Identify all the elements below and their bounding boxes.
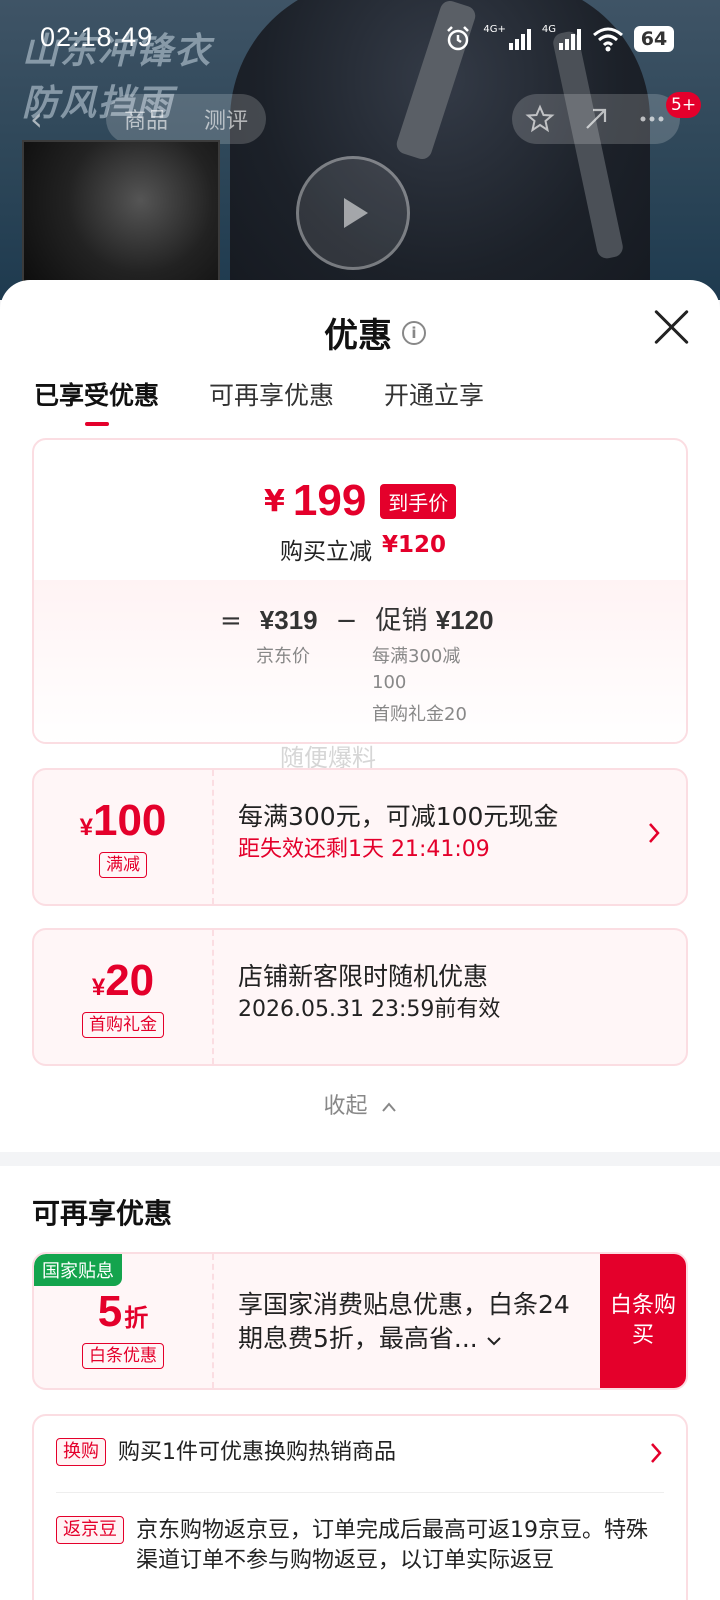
- jd-price-label: 京东价: [256, 646, 310, 667]
- promo-label-text: 促销: [375, 606, 428, 636]
- star-icon[interactable]: [525, 104, 555, 134]
- coupon-amount: 5 折: [98, 1287, 148, 1337]
- tab-review[interactable]: 测评: [204, 103, 248, 135]
- coupon-card-full-reduction[interactable]: ¥ 100 满减 每满300元，可减100元现金 距失效还剩1天 21:41:0…: [32, 768, 688, 906]
- play-button[interactable]: [296, 156, 410, 270]
- benefit-row-jingdou: 返京豆 京东购物返京豆，订单完成后最高可返19京豆。特殊渠道订单不参与购物返豆，…: [56, 1516, 664, 1576]
- top-actions: [512, 94, 680, 144]
- coupon-type-tag: 白条优惠: [82, 1343, 164, 1369]
- status-icons: 4G+ 4G 64: [443, 24, 674, 54]
- coupon-amount-unit: 折: [124, 1305, 149, 1332]
- coupon-type-tag: 首购礼金: [82, 1012, 164, 1038]
- coupon-info: 店铺新客限时随机优惠 2026.05.31 23:59前有效: [238, 960, 646, 1026]
- price-summary-top: ¥ 199 到手价 购买立减 ¥120: [34, 440, 686, 595]
- final-price-tag: 到手价: [380, 483, 457, 519]
- coupon-card-first-purchase[interactable]: ¥ 20 首购礼金 店铺新客限时随机优惠 2026.05.31 23:59前有效: [32, 928, 688, 1066]
- info-icon[interactable]: i: [402, 320, 426, 345]
- wifi-icon: [593, 27, 623, 52]
- coupon-value-block: ¥ 20 首购礼金: [34, 930, 214, 1064]
- share-icon[interactable]: [581, 104, 611, 134]
- gov-subsidy-badge: 国家贴息: [34, 1254, 122, 1286]
- chevron-up-icon: [381, 1102, 396, 1112]
- promo-detail-item: 每满300减100: [372, 646, 461, 693]
- discount-tabs: 已享受优惠 可再享优惠 开通立享: [34, 376, 484, 426]
- final-price: ¥ 199 到手价: [264, 476, 457, 526]
- coupon-amount-value: 100: [92, 796, 167, 845]
- page-tabs: 商品 测评: [106, 94, 266, 144]
- coupon-amount-value: 5: [97, 1287, 123, 1336]
- coupon-value-block: ¥ 100 满减: [34, 770, 214, 904]
- network-type-label: 4G: [541, 24, 556, 35]
- sheet-title-group: 优惠 i: [324, 308, 426, 357]
- video-thumbnail[interactable]: [22, 140, 220, 290]
- battery-indicator: 64: [634, 26, 674, 52]
- coupon-title-text: 享国家消费贴息优惠，白条24期息费5折，最高省...: [238, 1290, 570, 1353]
- extra-benefits-card: 换购 购买1件可优惠换购热销商品 返京豆 京东购物返京豆，订单完成后最高可返19…: [32, 1414, 688, 1600]
- equals-sign: =: [220, 606, 242, 636]
- back-icon[interactable]: ‹: [30, 100, 70, 140]
- close-icon[interactable]: [652, 308, 690, 346]
- benefit-text: 京东购物返京豆，订单完成后最高可返19京豆。特殊渠道订单不参与购物返豆，以订单实…: [136, 1518, 648, 1573]
- coupon-countdown: 距失效还剩1天 21:41:09: [238, 837, 490, 862]
- price-summary-card: ¥ 199 到手价 购买立减 ¥120 = ¥319 − 促销 ¥120 京东价…: [32, 438, 688, 744]
- minus-sign: −: [335, 606, 358, 636]
- tab-enjoyed-discounts[interactable]: 已享受优惠: [34, 376, 159, 426]
- promo-details: 每满300减100 首购礼金20: [372, 644, 482, 728]
- chevron-down-icon[interactable]: [486, 1335, 502, 1347]
- promo-label: 促销 ¥120: [375, 600, 493, 637]
- coupon-title: 享国家消费贴息优惠，白条24期息费5折，最高省...: [238, 1288, 576, 1356]
- coupon-amount-value: 20: [105, 956, 155, 1005]
- benefit-tag: 换购: [56, 1438, 106, 1466]
- instant-cut-line: 购买立减 ¥120: [280, 532, 446, 566]
- coupon-valid-until: 2026.05.31 23:59前有效: [238, 997, 501, 1022]
- chevron-right-icon[interactable]: [648, 1440, 664, 1468]
- instant-cut-value: ¥120: [382, 532, 447, 558]
- coupon-title: 店铺新客限时随机优惠: [238, 962, 489, 991]
- chevron-right-icon[interactable]: [646, 820, 662, 848]
- tab-product[interactable]: 商品: [124, 103, 168, 135]
- signal-bars-icon: [559, 29, 581, 50]
- baitiao-buy-button[interactable]: 白条购买: [600, 1254, 686, 1388]
- coupon-currency: ¥: [91, 974, 106, 1001]
- section-title-more-discounts: 可再享优惠: [32, 1197, 173, 1230]
- alarm-icon: [447, 26, 470, 51]
- play-icon: [344, 198, 368, 228]
- instant-cut-label: 购买立减: [280, 539, 372, 565]
- coupon-currency: ¥: [79, 814, 93, 841]
- coupon-info: 每满300元，可减100元现金 距失效还剩1天 21:41:09: [238, 800, 646, 866]
- jd-price-value: ¥319: [259, 605, 318, 635]
- coupon-title: 每满300元，可减100元现金: [238, 802, 559, 831]
- currency-symbol: ¥: [264, 483, 285, 519]
- benefit-row-exchange[interactable]: 换购 购买1件可优惠换购热销商品: [56, 1438, 664, 1468]
- collapse-label: 收起: [323, 1094, 368, 1119]
- sheet-header: 优惠 i: [0, 280, 720, 376]
- status-bar: 02:18:49 4G+ 4G 64: [0, 0, 720, 80]
- benefit-text: 购买1件可优惠换购热销商品: [118, 1440, 396, 1465]
- discount-sheet: 优惠 i 已享受优惠 可再享优惠 开通立享 ¥ 199 到手价 购买立减 ¥12…: [0, 280, 720, 1600]
- coupon-type-tag: 满减: [99, 852, 147, 878]
- tab-activate-discounts[interactable]: 开通立享: [384, 376, 484, 426]
- coupon-info: 享国家消费贴息优惠，白条24期息费5折，最高省...: [238, 1288, 576, 1356]
- signal-bars-icon: [508, 29, 531, 50]
- section-divider: [0, 1152, 720, 1166]
- coupon-amount: ¥ 100: [80, 796, 167, 846]
- price-formula: = ¥319 − 促销 ¥120: [220, 600, 494, 637]
- sheet-title: 优惠: [324, 316, 392, 356]
- more-icon[interactable]: [637, 104, 667, 134]
- promo-value: ¥120: [435, 605, 494, 635]
- network-type-label: 4G+: [483, 24, 506, 35]
- signal-4g-icon: 4G: [542, 24, 582, 54]
- row-divider: [56, 1492, 664, 1493]
- price-breakdown: = ¥319 − 促销 ¥120 京东价 每满300减100 首购礼金20: [34, 580, 686, 742]
- benefit-tag: 返京豆: [56, 1516, 124, 1544]
- signal-4g-plus-icon: 4G+: [483, 24, 532, 54]
- tab-more-discounts[interactable]: 可再享优惠: [209, 376, 334, 426]
- promo-detail-item: 首购礼金20: [372, 704, 467, 725]
- coupon-amount: ¥ 20: [92, 956, 154, 1006]
- coupon-card-gov-subsidy[interactable]: 国家贴息 5 折 白条优惠 享国家消费贴息优惠，白条24期息费5折，最高省...…: [32, 1252, 688, 1390]
- status-time: 02:18:49: [40, 22, 154, 52]
- final-price-amount: 199: [292, 476, 367, 525]
- message-count-badge: 5+: [666, 92, 702, 118]
- collapse-button[interactable]: 收起: [0, 1088, 720, 1120]
